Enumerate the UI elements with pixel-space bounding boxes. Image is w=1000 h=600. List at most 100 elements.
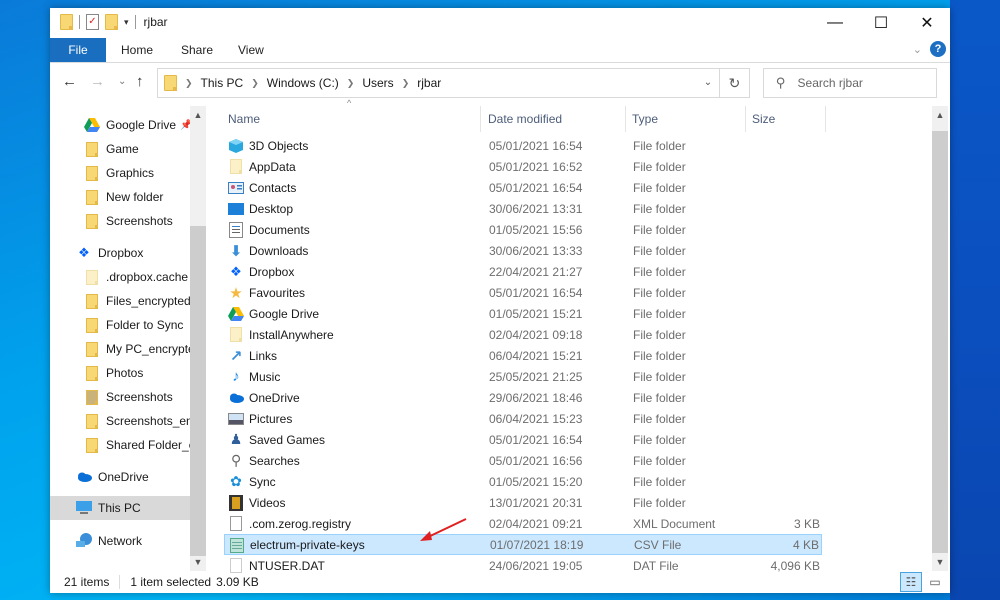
sidebar-item-dropbox-cache[interactable]: .dropbox.cache: [50, 265, 190, 289]
scroll-up-icon[interactable]: ▲: [190, 110, 206, 120]
file-row[interactable]: ❖ Dropbox 22/04/2021 21:27 File folder: [224, 261, 822, 282]
scrollbar-thumb[interactable]: [190, 226, 206, 556]
tab-share[interactable]: Share: [166, 38, 228, 62]
file-name: Desktop: [228, 201, 293, 217]
up-button[interactable]: ↑: [136, 73, 144, 90]
large-icons-view-button[interactable]: ▭: [924, 572, 946, 592]
tab-file[interactable]: File: [50, 38, 106, 62]
tab-home[interactable]: Home: [106, 38, 168, 62]
file-date-modified: 29/06/2021 18:46: [489, 390, 583, 405]
sidebar-item-graphics[interactable]: Graphics: [50, 161, 190, 185]
sidebar-item-shared-folder-encrypted[interactable]: Shared Folder_encrypted: [50, 433, 190, 457]
file-date-modified: 22/04/2021 21:27: [489, 264, 583, 279]
file-row[interactable]: .com.zerog.registry 02/04/2021 09:21 XML D…: [224, 513, 822, 534]
file-name: ♪ Music: [228, 368, 280, 385]
sidebar-item-screenshots[interactable]: Screenshots: [50, 385, 190, 409]
sidebar-item-my-pc-encrypted[interactable]: My PC_encrypted: [50, 337, 190, 361]
scrollbar-thumb[interactable]: [932, 131, 948, 553]
recent-locations-button[interactable]: ⌄: [118, 76, 126, 87]
customize-toolbar-dropdown[interactable]: ▾: [124, 17, 129, 28]
file-date-modified: 30/06/2021 13:31: [489, 201, 583, 216]
sidebar-item-this-pc[interactable]: This PC: [50, 496, 190, 520]
folder-icon[interactable]: [60, 14, 73, 30]
computer-icon: [76, 500, 92, 516]
file-row[interactable]: ⬇ Downloads 30/06/2021 13:33 File folder: [224, 240, 822, 261]
file-row[interactable]: ⚲ Searches 05/01/2021 16:56 File folder: [224, 450, 822, 471]
forward-button[interactable]: →: [90, 73, 105, 90]
file-row[interactable]: 3D Objects 05/01/2021 16:54 File folder: [224, 135, 822, 156]
breadcrumb-windows-c[interactable]: Windows (C:): [267, 76, 339, 90]
scroll-up-icon[interactable]: ▲: [932, 110, 948, 120]
scroll-down-icon[interactable]: ▼: [932, 557, 948, 567]
column-header-type[interactable]: Type: [626, 106, 746, 132]
file-row[interactable]: Contacts 05/01/2021 16:54 File folder: [224, 177, 822, 198]
scroll-down-icon[interactable]: ▼: [190, 557, 206, 567]
column-header-name[interactable]: Name: [222, 106, 481, 132]
sidebar-item-label: Dropbox: [98, 246, 144, 260]
file-size: 4 KB: [792, 537, 819, 552]
folder-icon: [84, 141, 100, 157]
file-name: 3D Objects: [228, 138, 308, 154]
sidebar-item-google-drive[interactable]: Google Drive 📌: [50, 113, 190, 137]
details-view-button[interactable]: ☷: [900, 572, 922, 592]
3d-objects-icon: [228, 138, 244, 154]
back-button[interactable]: ←: [62, 73, 77, 90]
sidebar-item-game[interactable]: Game: [50, 137, 190, 161]
file-type: File folder: [633, 138, 686, 153]
sidebar-item-screenshots-encrypted[interactable]: Screenshots_encrypted: [50, 409, 190, 433]
address-bar[interactable]: ❯ This PC ❯ Windows (C:) ❯ Users ❯ rjbar…: [157, 68, 750, 98]
breadcrumb-rjbar[interactable]: rjbar: [417, 76, 441, 90]
tab-view[interactable]: View: [223, 38, 279, 62]
address-dropdown-button[interactable]: ⌄: [697, 69, 719, 97]
minimize-button[interactable]: —: [812, 8, 858, 38]
file-row[interactable]: ↗ Links 06/04/2021 15:21 File folder: [224, 345, 822, 366]
file-row[interactable]: ♪ Music 25/05/2021 21:25 File folder: [224, 366, 822, 387]
expand-ribbon-icon[interactable]: ⌄: [913, 43, 922, 56]
help-icon[interactable]: ?: [930, 41, 946, 57]
music-icon: ♪: [232, 368, 240, 385]
chevron-right-icon: ❯: [185, 77, 193, 88]
new-folder-icon[interactable]: [105, 14, 118, 30]
sidebar-item-onedrive[interactable]: OneDrive: [50, 465, 190, 489]
file-row[interactable]: electrum-private-keys 01/07/2021 18:19 CSV…: [224, 534, 822, 555]
file-row[interactable]: ♟ Saved Games 05/01/2021 16:54 File folder: [224, 429, 822, 450]
file-row[interactable]: AppData 05/01/2021 16:52 File folder: [224, 156, 822, 177]
close-button[interactable]: ✕: [904, 8, 950, 38]
sidebar-item-dropbox[interactable]: ❖ Dropbox: [50, 241, 190, 265]
file-type: CSV File: [634, 537, 682, 552]
breadcrumb-users[interactable]: Users: [362, 76, 393, 90]
google-drive-icon: [228, 306, 244, 322]
column-header-size[interactable]: Size: [746, 106, 826, 132]
refresh-button[interactable]: ↻: [719, 69, 749, 97]
chevron-right-icon: ❯: [401, 77, 410, 88]
window-title: rjbar: [143, 15, 168, 29]
properties-icon[interactable]: ✓: [86, 14, 99, 30]
sidebar-item-network[interactable]: Network: [50, 529, 190, 553]
file-name-text: InstallAnywhere: [249, 327, 334, 342]
file-list-scrollbar[interactable]: ▲ ▼: [932, 106, 948, 571]
sidebar-item-label: Screenshots: [106, 214, 173, 228]
sidebar-item-folder-to-sync[interactable]: Folder to Sync: [50, 313, 190, 337]
search-input[interactable]: ⚲ Search rjbar: [763, 68, 937, 98]
sidebar-item-new-folder[interactable]: New folder: [50, 185, 190, 209]
sidebar-scrollbar[interactable]: ▲ ▼: [190, 106, 206, 571]
file-row[interactable]: Desktop 30/06/2021 13:31 File folder: [224, 198, 822, 219]
ribbon-tabs: File Home Share View ⌄ ?: [50, 38, 950, 63]
file-row[interactable]: Documents 01/05/2021 15:56 File folder: [224, 219, 822, 240]
sidebar-item-files-encrypted[interactable]: Files_encrypted: [50, 289, 190, 313]
videos-icon: [228, 494, 244, 511]
breadcrumb-this-pc[interactable]: This PC: [201, 76, 244, 90]
file-row[interactable]: ★ Favourites 05/01/2021 16:54 File folder: [224, 282, 822, 303]
file-row[interactable]: Google Drive 01/05/2021 15:21 File folder: [224, 303, 822, 324]
file-row[interactable]: InstallAnywhere 02/04/2021 09:18 File fold…: [224, 324, 822, 345]
file-row[interactable]: ✿ Sync 01/05/2021 15:20 File folder: [224, 471, 822, 492]
maximize-button[interactable]: ☐: [858, 8, 904, 38]
file-type: File folder: [633, 474, 686, 489]
file-name: Pictures: [228, 411, 292, 427]
column-header-date-modified[interactable]: Date modified: [482, 106, 626, 132]
file-row[interactable]: Videos 13/01/2021 20:31 File folder: [224, 492, 822, 513]
sidebar-item-screenshots[interactable]: Screenshots: [50, 209, 190, 233]
sidebar-item-photos[interactable]: Photos: [50, 361, 190, 385]
file-row[interactable]: OneDrive 29/06/2021 18:46 File folder: [224, 387, 822, 408]
file-row[interactable]: Pictures 06/04/2021 15:23 File folder: [224, 408, 822, 429]
